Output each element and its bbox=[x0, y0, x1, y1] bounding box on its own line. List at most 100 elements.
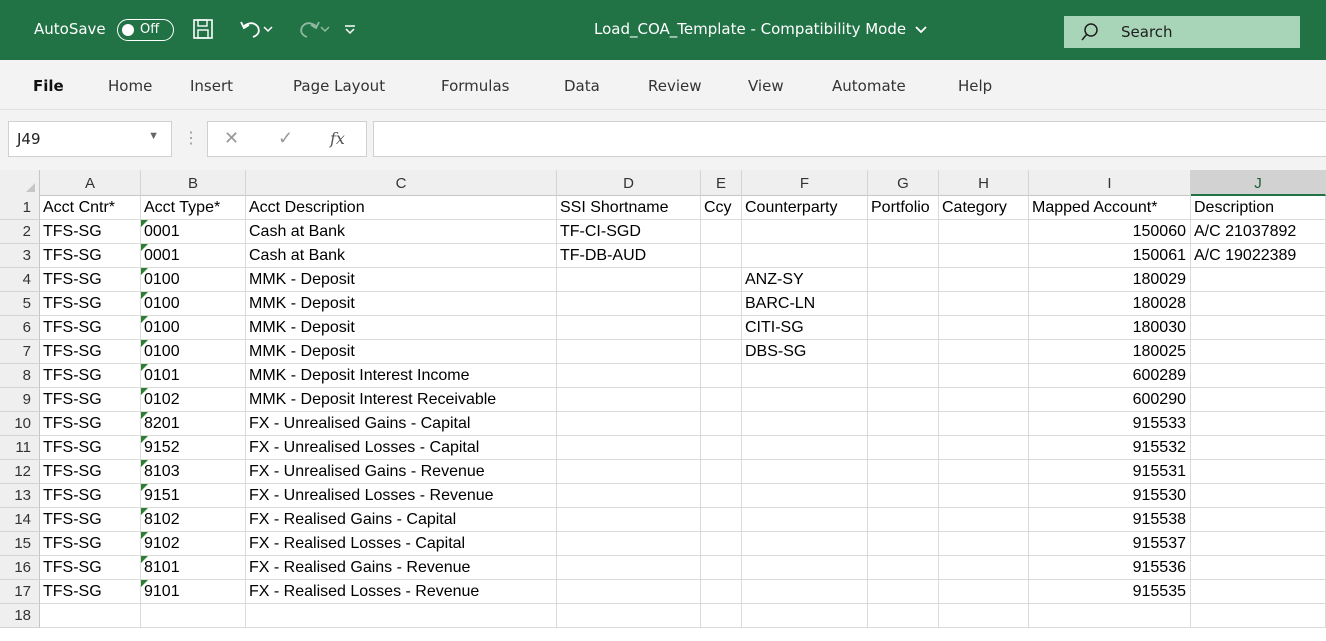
cell-i[interactable]: 915538 bbox=[1029, 508, 1191, 532]
cell-d[interactable]: SSI Shortname bbox=[557, 196, 701, 220]
row-header[interactable]: 9 bbox=[0, 388, 40, 412]
cell-f[interactable] bbox=[742, 364, 868, 388]
cell-d[interactable] bbox=[557, 580, 701, 604]
cell-e[interactable] bbox=[701, 388, 742, 412]
cell-j[interactable] bbox=[1191, 508, 1326, 532]
cell-h[interactable] bbox=[939, 364, 1029, 388]
cell-e[interactable] bbox=[701, 532, 742, 556]
cell-e[interactable]: Ccy bbox=[701, 196, 742, 220]
cell-h[interactable] bbox=[939, 292, 1029, 316]
cell-d[interactable] bbox=[557, 412, 701, 436]
cell-b[interactable]: 8201 bbox=[141, 412, 246, 436]
cell-j[interactable]: A/C 21037892 bbox=[1191, 220, 1326, 244]
cell-g[interactable] bbox=[868, 244, 939, 268]
row-header[interactable]: 3 bbox=[0, 244, 40, 268]
cell-f[interactable] bbox=[742, 244, 868, 268]
cell-e[interactable] bbox=[701, 268, 742, 292]
cell-a[interactable]: TFS-SG bbox=[40, 244, 141, 268]
row-header[interactable]: 8 bbox=[0, 364, 40, 388]
save-icon[interactable] bbox=[190, 16, 216, 42]
row-header[interactable]: 5 bbox=[0, 292, 40, 316]
cell-b[interactable]: 0001 bbox=[141, 220, 246, 244]
cell-a[interactable]: TFS-SG bbox=[40, 340, 141, 364]
cell-b[interactable]: 9152 bbox=[141, 436, 246, 460]
cell-j[interactable]: Description bbox=[1191, 196, 1326, 220]
enter-icon[interactable]: ✓ bbox=[278, 128, 293, 149]
cell-g[interactable] bbox=[868, 268, 939, 292]
cell-b[interactable]: 0101 bbox=[141, 364, 246, 388]
cell-e[interactable] bbox=[701, 556, 742, 580]
cell-g[interactable] bbox=[868, 580, 939, 604]
cell-c[interactable]: FX - Unrealised Gains - Revenue bbox=[246, 460, 557, 484]
cell-a[interactable]: TFS-SG bbox=[40, 580, 141, 604]
cell-e[interactable] bbox=[701, 292, 742, 316]
cell-e[interactable] bbox=[701, 244, 742, 268]
cell-a[interactable]: TFS-SG bbox=[40, 316, 141, 340]
cell-g[interactable] bbox=[868, 436, 939, 460]
column-header-d[interactable]: D bbox=[557, 170, 701, 196]
cell-f[interactable] bbox=[742, 412, 868, 436]
column-header-i[interactable]: I bbox=[1029, 170, 1191, 196]
cell-a[interactable]: TFS-SG bbox=[40, 532, 141, 556]
cell-a[interactable]: TFS-SG bbox=[40, 412, 141, 436]
cell-c[interactable]: MMK - Deposit bbox=[246, 340, 557, 364]
cell-i[interactable]: 915530 bbox=[1029, 484, 1191, 508]
cell-e[interactable] bbox=[701, 604, 742, 628]
cell-e[interactable] bbox=[701, 508, 742, 532]
cell-i[interactable]: 915536 bbox=[1029, 556, 1191, 580]
cell-j[interactable] bbox=[1191, 436, 1326, 460]
column-header-a[interactable]: A bbox=[40, 170, 141, 196]
cell-c[interactable]: MMK - Deposit Interest Income bbox=[246, 364, 557, 388]
cell-a[interactable]: TFS-SG bbox=[40, 436, 141, 460]
cell-h[interactable] bbox=[939, 316, 1029, 340]
cell-d[interactable] bbox=[557, 532, 701, 556]
cell-a[interactable] bbox=[40, 604, 141, 628]
row-header[interactable]: 6 bbox=[0, 316, 40, 340]
cell-a[interactable]: TFS-SG bbox=[40, 508, 141, 532]
cell-f[interactable] bbox=[742, 484, 868, 508]
cell-e[interactable] bbox=[701, 460, 742, 484]
cell-h[interactable] bbox=[939, 580, 1029, 604]
redo-dropdown-icon[interactable] bbox=[318, 16, 332, 42]
cell-h[interactable] bbox=[939, 460, 1029, 484]
cell-c[interactable]: Acct Description bbox=[246, 196, 557, 220]
cancel-icon[interactable]: ✕ bbox=[224, 128, 239, 149]
cell-d[interactable] bbox=[557, 436, 701, 460]
cell-j[interactable] bbox=[1191, 460, 1326, 484]
cell-f[interactable] bbox=[742, 436, 868, 460]
autosave-toggle[interactable]: Off bbox=[117, 19, 174, 41]
formula-input[interactable] bbox=[373, 121, 1326, 157]
cell-h[interactable] bbox=[939, 556, 1029, 580]
cell-c[interactable]: FX - Realised Losses - Capital bbox=[246, 532, 557, 556]
column-header-c[interactable]: C bbox=[246, 170, 557, 196]
cell-g[interactable] bbox=[868, 412, 939, 436]
row-header[interactable]: 2 bbox=[0, 220, 40, 244]
cell-f[interactable] bbox=[742, 460, 868, 484]
cell-d[interactable] bbox=[557, 484, 701, 508]
insert-function-icon[interactable]: fx bbox=[330, 129, 345, 148]
cell-j[interactable] bbox=[1191, 364, 1326, 388]
tab-insert[interactable]: Insert bbox=[190, 77, 233, 95]
cell-j[interactable] bbox=[1191, 412, 1326, 436]
cell-f[interactable]: CITI-SG bbox=[742, 316, 868, 340]
cell-g[interactable] bbox=[868, 292, 939, 316]
cell-i[interactable]: 180030 bbox=[1029, 316, 1191, 340]
row-header[interactable]: 12 bbox=[0, 460, 40, 484]
cell-d[interactable] bbox=[557, 364, 701, 388]
document-title[interactable]: Load_COA_Template - Compatibility Mode bbox=[594, 20, 927, 38]
cell-e[interactable] bbox=[701, 220, 742, 244]
cell-j[interactable] bbox=[1191, 532, 1326, 556]
search-box[interactable]: Search bbox=[1064, 16, 1300, 48]
cell-g[interactable] bbox=[868, 316, 939, 340]
cell-c[interactable]: FX - Unrealised Gains - Capital bbox=[246, 412, 557, 436]
row-header[interactable]: 14 bbox=[0, 508, 40, 532]
cell-c[interactable]: FX - Unrealised Losses - Revenue bbox=[246, 484, 557, 508]
cell-h[interactable] bbox=[939, 388, 1029, 412]
cell-i[interactable]: 180028 bbox=[1029, 292, 1191, 316]
cell-b[interactable]: 0100 bbox=[141, 292, 246, 316]
cell-f[interactable] bbox=[742, 604, 868, 628]
cell-a[interactable]: TFS-SG bbox=[40, 364, 141, 388]
column-header-j[interactable]: J bbox=[1191, 170, 1326, 196]
cell-h[interactable] bbox=[939, 340, 1029, 364]
tab-home[interactable]: Home bbox=[108, 77, 152, 95]
